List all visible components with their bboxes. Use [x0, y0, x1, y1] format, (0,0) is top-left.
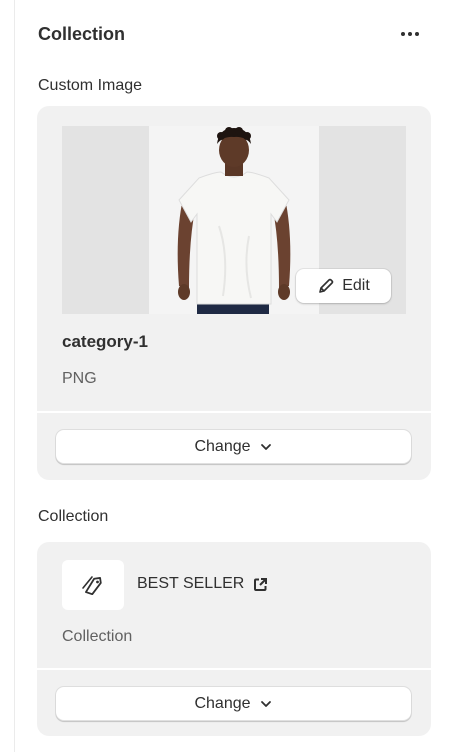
more-dot-icon	[401, 32, 405, 36]
chevron-down-icon	[260, 701, 271, 707]
collection-name: BEST SELLER	[137, 575, 245, 592]
chevron-down-icon	[260, 444, 271, 450]
change-label: Change	[194, 438, 251, 455]
panel-title: Collection	[38, 23, 126, 44]
image-preview[interactable]: Edit	[62, 126, 406, 314]
file-name: category-1	[62, 332, 148, 351]
pencil-icon	[319, 278, 334, 293]
more-dot-icon	[415, 32, 419, 36]
custom-image-label: Custom Image	[38, 77, 143, 94]
collection-thumbnail	[62, 560, 124, 610]
more-dot-icon	[408, 32, 412, 36]
settings-panel: Collection Custom Image Edit category-1 …	[14, 0, 450, 752]
tag-icon	[82, 576, 102, 595]
custom-image-card: Edit category-1 PNG Change	[37, 106, 431, 480]
edit-label: Edit	[342, 277, 370, 294]
more-actions-button[interactable]	[396, 22, 424, 46]
edit-image-button[interactable]: Edit	[296, 269, 391, 303]
change-label: Change	[194, 695, 251, 712]
external-link-icon	[254, 577, 268, 591]
change-collection-button[interactable]: Change	[56, 687, 411, 721]
collection-link[interactable]: BEST SELLER	[137, 575, 268, 593]
model-tshirt-image	[177, 127, 291, 314]
collection-card: BEST SELLER Collection Change	[37, 542, 431, 736]
panel-header: Collection	[38, 20, 424, 48]
product-photo	[149, 126, 319, 314]
file-type: PNG	[62, 370, 97, 387]
card-divider	[37, 411, 431, 413]
collection-label: Collection	[38, 508, 109, 525]
card-divider	[37, 668, 431, 670]
change-image-button[interactable]: Change	[56, 430, 411, 464]
collection-subtitle: Collection	[62, 628, 133, 645]
